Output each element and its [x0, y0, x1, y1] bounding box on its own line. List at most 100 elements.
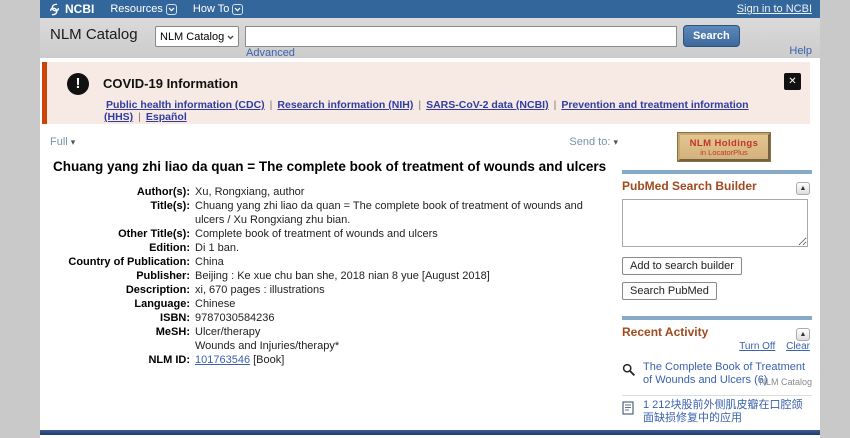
turn-off-link[interactable]: Turn Off [739, 341, 775, 352]
record-field-other-titles: Other Title(s): Complete book of treatme… [40, 227, 622, 241]
nlm-holdings-button[interactable]: NLM Holdings in LocatorPlus [678, 133, 770, 161]
covid-banner: ! COVID-19 Information Public health inf… [42, 62, 810, 124]
add-to-search-builder-button[interactable]: Add to search builder [622, 257, 742, 275]
field-label: Publisher: [40, 269, 195, 283]
mesh-term: Ulcer/therapy [195, 325, 615, 339]
search-strip: NLM Catalog NLM Catalog Search Advanced … [40, 18, 820, 58]
field-label: Edition: [40, 241, 195, 255]
field-value: China [195, 255, 615, 269]
field-label: ISBN: [40, 311, 195, 325]
catalog-record: Chuang yang zhi liao da quan = The compl… [40, 156, 622, 367]
nav-resources[interactable]: Resources [110, 3, 177, 15]
list-item: 1 212块股前外侧肌皮瓣在口腔颌面缺损修复中的应用 [622, 395, 812, 431]
record-field-publisher: Publisher: Beijing : Ke xue chu ban she,… [40, 269, 622, 283]
field-label: Author(s): [40, 185, 195, 199]
list-item: The Complete Book of Treatment of Wounds… [622, 358, 812, 395]
recent-activity-link[interactable]: 1 212块股前外侧肌皮瓣在口腔颌面缺损修复中的应用 [643, 399, 803, 424]
field-value: xi, 670 pages : illustrations [195, 283, 615, 297]
document-icon [622, 399, 637, 425]
search-pubmed-button[interactable]: Search PubMed [622, 282, 717, 300]
record-field-nlmid: NLM ID: 101763546 [Book] [40, 353, 622, 367]
display-mode-dropdown[interactable]: Full ▾ [50, 136, 75, 148]
field-value: Chinese [195, 297, 615, 311]
brand-label: NCBI [65, 2, 94, 16]
advanced-link[interactable]: Advanced [246, 47, 295, 59]
display-mode-label: Full [50, 136, 68, 148]
app-title: NLM Catalog [50, 26, 138, 43]
search-button[interactable]: Search [683, 25, 740, 47]
footer-bar [40, 430, 820, 435]
record-field-description: Description: xi, 670 pages : illustratio… [40, 283, 622, 297]
field-label: Country of Publication: [40, 255, 195, 269]
holdings-sublabel: in LocatorPlus [682, 148, 766, 157]
field-label: MeSH: [40, 325, 195, 353]
field-label: Language: [40, 297, 195, 311]
clear-link[interactable]: Clear [786, 341, 810, 352]
recent-activity-portlet: Recent Activity ▲ Turn Off Clear The Com… [622, 316, 812, 438]
pubmed-search-builder-portlet: PubMed Search Builder ▲ Add to search bu… [622, 170, 812, 300]
covid-banner-title: COVID-19 Information [103, 76, 238, 91]
field-value: Chuang yang zhi liao da quan = The compl… [195, 199, 615, 227]
collapse-icon[interactable]: ▲ [796, 328, 810, 341]
caret-down-icon: ▾ [71, 137, 76, 147]
database-select[interactable]: NLM Catalog [155, 26, 239, 47]
separator: | [554, 99, 557, 111]
covid-link-ncbi[interactable]: SARS-CoV-2 data (NCBI) [426, 99, 549, 111]
record-field-isbn: ISBN: 9787030584236 [40, 311, 622, 325]
nav-howto-label: How To [193, 3, 229, 15]
mesh-term: Wounds and Injuries/therapy* [195, 339, 615, 353]
separator: | [418, 99, 421, 111]
record-field-country: Country of Publication: China [40, 255, 622, 269]
recent-activity-item-text: 1 212块股前外侧肌皮瓣在口腔颌面缺损修复中的应用 [643, 399, 812, 425]
record-field-edition: Edition: Di 1 ban. [40, 241, 622, 255]
nlm-id-type: [Book] [250, 354, 284, 366]
tools-row: Full ▾ Send to: ▾ [40, 130, 622, 158]
help-link[interactable]: Help [789, 45, 812, 57]
record-title: Chuang yang zhi liao da quan = The compl… [53, 158, 622, 176]
covid-link-cdc[interactable]: Public health information (CDC) [106, 99, 265, 111]
covid-banner-links: Public health information (CDC)|Research… [104, 99, 810, 123]
portlet-title: PubMed Search Builder [622, 179, 812, 193]
separator: | [138, 111, 141, 123]
alert-icon: ! [67, 73, 89, 95]
covid-link-nih[interactable]: Research information (NIH) [277, 99, 413, 111]
recent-activity-controls: Turn Off Clear [622, 341, 810, 352]
field-value: 9787030584236 [195, 311, 615, 325]
field-value: Xu, Rongxiang, author [195, 185, 615, 199]
field-label: Title(s): [40, 199, 195, 227]
nlm-id-link[interactable]: 101763546 [195, 354, 250, 366]
search-input[interactable] [245, 26, 677, 47]
record-field-titles: Title(s): Chuang yang zhi liao da quan =… [40, 199, 622, 227]
chevron-down-icon [232, 4, 243, 15]
close-icon[interactable]: ✕ [784, 73, 801, 90]
sidebar: NLM Holdings in LocatorPlus PubMed Searc… [622, 130, 812, 438]
chevron-down-icon [166, 4, 177, 15]
recent-activity-item-text: The Complete Book of Treatment of Wounds… [643, 361, 812, 389]
page: NCBI Resources How To Sign in to NCBI NL… [40, 0, 820, 438]
collapse-icon[interactable]: ▲ [796, 182, 810, 195]
nav-resources-label: Resources [110, 3, 163, 15]
ncbi-header-bar: NCBI Resources How To Sign in to NCBI [40, 0, 820, 18]
send-to-label: Send to: [569, 136, 610, 148]
separator: | [270, 99, 273, 111]
record-field-mesh: MeSH: Ulcer/therapy Wounds and Injuries/… [40, 325, 622, 353]
field-value: Beijing : Ke xue chu ban she, 2018 nian … [195, 269, 615, 283]
signin-link[interactable]: Sign in to NCBI [737, 3, 812, 15]
field-value: Complete book of treatment of wounds and… [195, 227, 615, 241]
field-value: 101763546 [Book] [195, 353, 615, 367]
field-label: NLM ID: [40, 353, 195, 367]
field-value: Di 1 ban. [195, 241, 615, 255]
record-field-authors: Author(s): Xu, Rongxiang, author [40, 185, 622, 199]
search-builder-textarea[interactable] [622, 199, 808, 247]
send-to-dropdown[interactable]: Send to: ▾ [569, 136, 618, 148]
caret-down-icon: ▾ [613, 137, 618, 147]
ncbi-logo[interactable]: NCBI [48, 2, 94, 16]
field-value: Ulcer/therapy Wounds and Injuries/therap… [195, 325, 615, 353]
nav-howto[interactable]: How To [193, 3, 243, 15]
field-label: Other Title(s): [40, 227, 195, 241]
search-icon [622, 361, 637, 389]
record-field-language: Language: Chinese [40, 297, 622, 311]
covid-link-espanol[interactable]: Español [146, 111, 187, 123]
database-select-control[interactable]: NLM Catalog [156, 27, 238, 46]
portlet-title: Recent Activity [622, 325, 812, 339]
